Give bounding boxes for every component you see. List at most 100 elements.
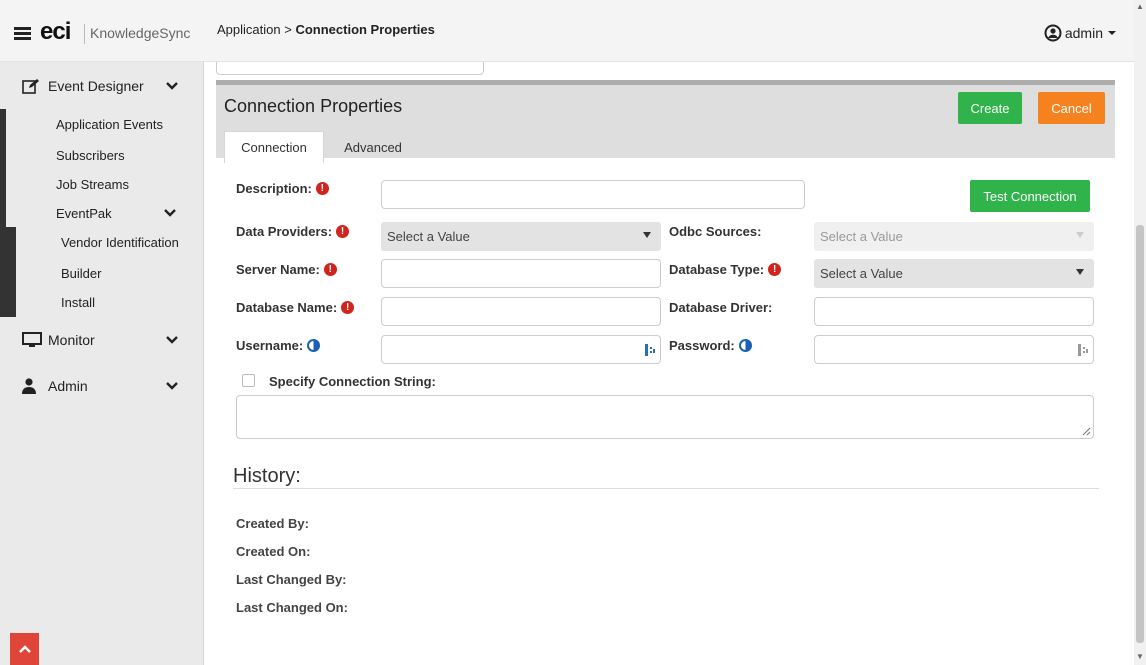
sidebar-item-label: Builder [61, 265, 102, 281]
sidebar-item-label: Subscribers [56, 147, 125, 163]
password-input[interactable] [814, 335, 1094, 364]
scroll-to-top-button[interactable] [10, 633, 39, 665]
scroll-up-arrow-icon[interactable]: ▲ [1136, 2, 1144, 11]
create-button[interactable]: Create [958, 92, 1022, 124]
sidebar-section-event-designer[interactable]: Event Designer [0, 62, 203, 109]
last-changed-by-label: Last Changed By: [236, 572, 347, 587]
vertical-scrollbar[interactable]: ▲ ▼ [1134, 0, 1146, 665]
database-type-value: Select a Value [820, 266, 903, 281]
specify-connection-string-label: Specify Connection String: [269, 374, 436, 389]
history-divider [233, 488, 1099, 489]
username-label-text: Username: [236, 338, 304, 353]
database-type-select[interactable]: Select a Value [814, 259, 1094, 288]
scroll-down-arrow-icon[interactable]: ▼ [1136, 652, 1144, 661]
test-connection-button[interactable]: Test Connection [970, 180, 1090, 212]
sidebar-item-builder[interactable]: Builder [0, 258, 203, 288]
sidebar-item-vendor-identification[interactable]: Vendor Identification [0, 227, 203, 258]
odbc-sources-select: Select a Value [814, 222, 1094, 251]
sidebar-item-label: EventPak [56, 205, 112, 221]
sidebar-item-application-events[interactable]: Application Events [0, 109, 203, 140]
user-icon [22, 378, 36, 394]
chevron-down-icon [166, 336, 178, 344]
database-name-label: Database Name:! [236, 300, 355, 315]
sidebar-item-label: Application Events [56, 117, 163, 132]
specify-connection-string-checkbox[interactable] [242, 374, 255, 387]
scrollbar-thumb[interactable] [1136, 225, 1144, 643]
chevron-down-icon [166, 382, 178, 390]
sidebar-section-admin[interactable]: Admin [0, 363, 203, 409]
sidebar-item-eventpak[interactable]: EventPak [0, 199, 203, 227]
database-driver-label: Database Driver: [669, 300, 772, 315]
username-label: Username: [236, 338, 321, 353]
username-input[interactable] [381, 335, 661, 364]
user-menu[interactable]: admin [1044, 24, 1120, 42]
sidebar: Event Designer Application Events Subscr… [0, 62, 204, 665]
sidebar-item-job-streams[interactable]: Job Streams [0, 170, 203, 199]
product-name: KnowledgeSync [90, 25, 191, 41]
breadcrumb-current: Connection Properties [295, 22, 435, 37]
chevron-up-icon [18, 645, 31, 653]
chevron-down-icon [166, 81, 178, 90]
description-label-text: Description: [236, 181, 312, 196]
user-name: admin [1064, 25, 1103, 41]
breadcrumb-separator: > [284, 22, 292, 37]
odbc-sources-label: Odbc Sources: [669, 224, 761, 239]
main-content: Connection Properties Create Cancel Conn… [216, 62, 1116, 665]
monitor-icon [22, 332, 42, 347]
password-manager-icon[interactable] [1077, 343, 1089, 357]
description-input[interactable] [381, 180, 805, 209]
logo-divider [84, 24, 85, 44]
edit-icon [22, 78, 39, 94]
eci-logo: eci [40, 18, 71, 45]
caret-down-icon [643, 232, 651, 238]
history-heading: History: [233, 465, 301, 487]
required-icon: ! [336, 225, 350, 238]
data-providers-select[interactable]: Select a Value [381, 222, 661, 251]
cancel-button[interactable]: Cancel [1038, 92, 1105, 124]
tab-connection[interactable]: Connection [224, 131, 324, 163]
sidebar-item-install[interactable]: Install [0, 288, 203, 317]
database-name-input[interactable] [381, 297, 661, 326]
sidebar-item-label: Job Streams [56, 177, 129, 192]
sidebar-section-label: Event Designer [48, 77, 144, 94]
required-icon: ! [768, 263, 782, 276]
user-circle-icon [1044, 24, 1062, 42]
panel-title: Connection Properties [224, 96, 403, 116]
database-driver-input[interactable] [814, 297, 1094, 326]
sidebar-item-subscribers[interactable]: Subscribers [0, 140, 203, 170]
half-circle-info-icon [738, 339, 752, 352]
required-icon: ! [315, 182, 329, 195]
sidebar-section-label: Admin [48, 378, 88, 394]
data-providers-value: Select a Value [387, 229, 470, 244]
password-label-text: Password: [669, 338, 735, 353]
tab-advanced[interactable]: Advanced [328, 131, 418, 163]
resize-grip-icon[interactable] [1082, 427, 1091, 436]
last-changed-on-label: Last Changed On: [236, 600, 348, 615]
top-bar: eci KnowledgeSync Application > Connecti… [0, 0, 1134, 62]
required-icon: ! [341, 301, 355, 314]
odbc-sources-label-text: Odbc Sources: [669, 224, 762, 239]
chevron-down-icon [164, 209, 176, 217]
data-providers-label-text: Data Providers: [236, 224, 333, 239]
created-by-label: Created By: [236, 516, 309, 531]
breadcrumb: Application > Connection Properties [217, 22, 435, 37]
app-root: eci KnowledgeSync Application > Connecti… [0, 0, 1146, 665]
hamburger-menu-icon[interactable] [14, 27, 31, 41]
database-type-label-text: Database Type: [669, 262, 765, 277]
database-type-label: Database Type:! [669, 262, 782, 277]
breadcrumb-parent[interactable]: Application [217, 22, 281, 37]
half-circle-info-icon [307, 339, 321, 352]
password-label: Password: [669, 338, 752, 353]
database-driver-label-text: Database Driver: [669, 300, 773, 315]
password-manager-icon[interactable] [644, 343, 656, 357]
created-on-label: Created On: [236, 544, 311, 559]
sidebar-section-monitor[interactable]: Monitor [0, 317, 203, 363]
connection-string-textarea[interactable] [236, 395, 1094, 439]
server-name-input[interactable] [381, 259, 661, 288]
previous-field-edge [216, 62, 484, 75]
database-name-label-text: Database Name: [236, 300, 338, 315]
sidebar-item-label: Install [61, 295, 95, 310]
server-name-label-text: Server Name: [236, 262, 320, 277]
data-providers-label: Data Providers:! [236, 224, 350, 239]
connection-properties-panel: Connection Properties Create Cancel Conn… [216, 80, 1115, 163]
